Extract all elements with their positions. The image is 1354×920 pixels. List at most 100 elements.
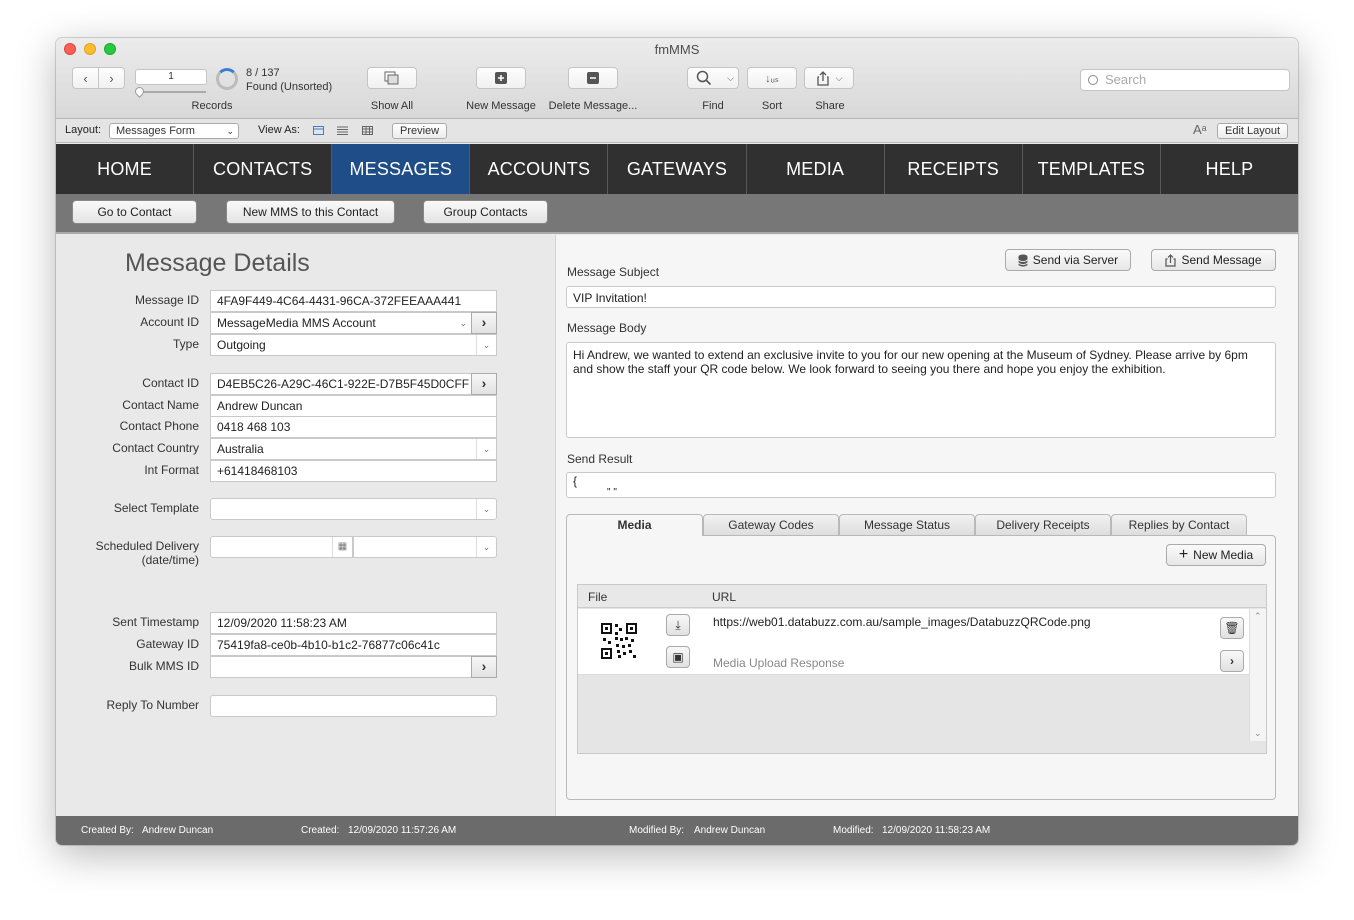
nav-home[interactable]: HOME [56, 144, 195, 194]
scroll-down-icon[interactable]: ⌄ [1254, 728, 1262, 739]
new-media-button[interactable]: + New Media [1166, 544, 1266, 566]
nav-accounts[interactable]: ACCOUNTS [470, 144, 609, 194]
record-number-input[interactable]: 1 [135, 69, 207, 85]
tab-gateway-codes[interactable]: Gateway Codes [703, 514, 839, 535]
nav-contacts[interactable]: CONTACTS [194, 144, 333, 194]
show-all-button[interactable] [367, 67, 417, 89]
chevron-right-icon: › [109, 70, 114, 86]
share-menu-chevron-icon: ⌵ [835, 72, 843, 83]
sent-timestamp-field[interactable]: 12/09/2020 11:58:23 AM [210, 612, 497, 634]
tab-replies-by-contact[interactable]: Replies by Contact [1111, 514, 1247, 535]
gateway-id-label: Gateway ID [136, 637, 199, 651]
contact-name-field[interactable]: Andrew Duncan [210, 395, 497, 417]
image-icon[interactable]: ▣ [666, 646, 690, 668]
record-slider-handle[interactable] [133, 85, 146, 98]
media-portal: File URL ⤓ ▣ https://web01.databuzz.com.… [577, 584, 1267, 754]
delete-message-button[interactable] [568, 67, 618, 89]
table-row: ⤓ ▣ https://web01.databuzz.com.au/sample… [578, 609, 1250, 675]
action-bar: Go to Contact New MMS to this Contact Gr… [56, 194, 1298, 234]
message-body-field[interactable]: Hi Andrew, we wanted to extend an exclus… [566, 342, 1276, 438]
account-id-value: MessageMedia MMS Account [217, 316, 376, 330]
send-via-server-button[interactable]: Send via Server [1005, 249, 1131, 271]
magnifier-icon [696, 70, 712, 86]
edit-layout-button[interactable]: Edit Layout [1217, 123, 1289, 139]
find-menu-chevron-icon[interactable]: ⌵ [727, 73, 734, 84]
select-template-select[interactable]: ⌄ [210, 498, 497, 520]
tab-media[interactable]: Media [566, 514, 703, 536]
new-message-button[interactable] [476, 67, 526, 89]
new-mms-to-contact-button[interactable]: New MMS to this Contact [226, 200, 395, 224]
contact-phone-field[interactable]: 0418 468 103 [210, 416, 497, 438]
preview-button[interactable]: Preview [392, 123, 448, 139]
form-view-icon[interactable] [313, 126, 324, 135]
scheduled-date-field[interactable]: ▦ [210, 536, 353, 558]
send-result-line2: " " [607, 487, 617, 498]
message-details-panel: Message Details Message ID 4FA9F449-4C64… [56, 235, 555, 816]
new-message-label: New Message [466, 100, 536, 112]
nav-messages[interactable]: MESSAGES [332, 144, 471, 194]
select-template-label: Select Template [113, 501, 199, 515]
scroll-up-icon[interactable]: ⌃ [1254, 611, 1262, 622]
send-result-field[interactable]: { " " [566, 472, 1276, 498]
previous-record-button[interactable]: ‹ [72, 67, 99, 89]
reply-to-number-field[interactable] [210, 695, 497, 717]
message-body-label: Message Body [567, 321, 647, 335]
search-input[interactable]: Search [1080, 69, 1290, 91]
go-to-contact-id-button[interactable]: › [471, 373, 497, 395]
group-contacts-button[interactable]: Group Contacts [423, 200, 548, 224]
chevron-right-icon[interactable]: › [1220, 650, 1244, 672]
next-record-button[interactable]: › [98, 67, 125, 89]
nav-media[interactable]: MEDIA [747, 144, 885, 194]
download-icon[interactable]: ⤓ [666, 614, 690, 636]
table-view-icon[interactable] [362, 126, 373, 135]
bulk-mms-id-field[interactable] [210, 656, 472, 678]
text-size-icon[interactable]: Aᵃ [1193, 122, 1207, 137]
nav-help[interactable]: HELP [1161, 144, 1298, 194]
message-subject-label: Message Subject [567, 265, 660, 279]
reply-to-number-label: Reply To Number [106, 698, 199, 712]
sort-button[interactable]: ↓ᵤₛ [747, 67, 797, 89]
gateway-id-field[interactable]: 75419fa8-ce0b-4b10-b1c2-76877c06c41c [210, 634, 497, 656]
contact-id-field[interactable]: D4EB5C26-A29C-46C1-922E-D7B5F45D0CFF [210, 373, 472, 395]
media-url[interactable]: https://web01.databuzz.com.au/sample_ima… [713, 615, 1091, 629]
scheduled-delivery-label-line1: Scheduled Delivery [95, 539, 199, 553]
nav-gateways[interactable]: GATEWAYS [608, 144, 747, 194]
tab-message-status[interactable]: Message Status [839, 514, 975, 535]
send-message-button[interactable]: Send Message [1151, 249, 1276, 271]
layout-select[interactable]: Messages Form ⌄ [109, 123, 239, 139]
go-to-bulk-mms-button[interactable]: › [471, 656, 497, 678]
send-result-line1: { [573, 474, 578, 488]
share-button[interactable]: ⌵ [804, 67, 854, 89]
list-view-icon[interactable] [337, 126, 348, 135]
scheduled-time-select[interactable]: ⌄ [353, 536, 497, 558]
calendar-icon[interactable]: ▦ [332, 537, 352, 557]
scheduled-delivery-label-line2: (date/time) [141, 553, 199, 567]
records-label: Records [191, 100, 233, 112]
message-subject-field[interactable]: VIP Invitation! [566, 286, 1276, 308]
media-upload-response[interactable]: Media Upload Response [713, 656, 844, 670]
message-id-field[interactable]: 4FA9F449-4C64-4431-96CA-372FEEAAA441 [210, 290, 497, 312]
modified-value: 12/09/2020 11:58:23 AM [882, 825, 991, 836]
bulk-mms-id-label: Bulk MMS ID [128, 659, 199, 673]
qr-code-thumbnail [601, 623, 637, 659]
find-button[interactable]: ⌵ [687, 67, 739, 89]
created-by-value: Andrew Duncan [142, 825, 214, 836]
contact-country-select[interactable]: Australia ⌄ [210, 438, 497, 460]
account-id-select[interactable]: MessageMedia MMS Account ⌄ [210, 312, 472, 334]
trash-icon[interactable]: 🗑 [1220, 617, 1244, 639]
tab-delivery-receipts[interactable]: Delivery Receipts [975, 514, 1111, 535]
found-status: Found (Unsorted) [246, 81, 333, 93]
plus-icon: + [1178, 546, 1189, 563]
portal-scrollbar[interactable]: ⌃ ⌄ [1249, 609, 1266, 741]
go-to-contact-button[interactable]: Go to Contact [72, 200, 197, 224]
go-to-account-button[interactable]: › [471, 312, 497, 334]
nav-templates[interactable]: TEMPLATES [1023, 144, 1161, 194]
type-select[interactable]: Outgoing ⌄ [210, 334, 497, 356]
int-format-field[interactable]: +61418468103 [210, 460, 497, 482]
plus-square-icon [495, 72, 507, 84]
created-label: Created: [301, 825, 340, 836]
nav-receipts[interactable]: RECEIPTS [885, 144, 1023, 194]
column-header-url: URL [712, 590, 737, 604]
share-icon [1165, 253, 1177, 267]
modified-by-label: Modified By: [629, 825, 685, 836]
